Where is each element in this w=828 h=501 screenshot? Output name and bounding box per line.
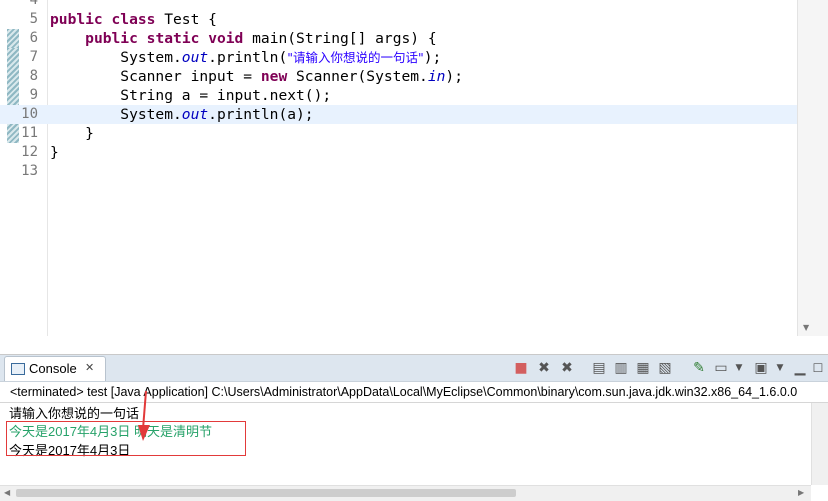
code-token: String a = input.next();	[50, 87, 332, 104]
code-token: Scanner(System.	[287, 68, 428, 85]
code-token: );	[445, 68, 463, 85]
remove-launch-icon[interactable]: ✖	[535, 359, 553, 377]
scroll-lock-icon[interactable]: ▥	[612, 359, 630, 377]
editor-vertical-scrollbar[interactable]: ▼	[797, 0, 828, 336]
annotation-highlight-box	[6, 421, 246, 456]
code-text: String a = input.next();	[50, 86, 331, 105]
close-icon[interactable]: ✕	[85, 361, 94, 374]
line-number: 8	[29, 68, 38, 84]
code-text: System.out.println(a);	[50, 105, 314, 124]
code-line[interactable]: 11 }	[0, 124, 797, 143]
clear-console-icon[interactable]: ▤	[590, 359, 608, 377]
keyword-token: void	[208, 30, 244, 47]
annotation-arrow-icon	[138, 391, 150, 441]
line-number: 5	[29, 11, 38, 27]
code-text: }	[50, 143, 59, 162]
code-line[interactable]: 6 public static void main(String[] args)…	[0, 29, 797, 48]
console-vertical-scrollbar[interactable]	[811, 403, 828, 485]
console-view: Console ✕ ■ ✖ ✖ ▤ ▥ ▦ ▧ ✎ ▭ ▼ ▣ ▼ ▁ ☐ <t…	[0, 354, 828, 501]
line-number: 12	[21, 144, 38, 160]
line-number: 6	[29, 30, 38, 46]
console-output[interactable]: 请输入你想说的一句话 今天是2017年4月3日 明天是清明节 今天是2017年4…	[0, 391, 811, 485]
code-line[interactable]: 12}	[0, 143, 797, 162]
line-number: 9	[29, 87, 38, 103]
code-line[interactable]: 8 Scanner input = new Scanner(System.in)…	[0, 67, 797, 86]
code-line-current[interactable]: 10 System.out.println(a);	[0, 105, 797, 124]
word-wrap-icon[interactable]: ▦	[634, 359, 652, 377]
code-token: }	[50, 144, 59, 161]
code-token: Scanner input =	[50, 68, 261, 85]
terminate-icon[interactable]: ■	[512, 359, 530, 377]
code-token: Test {	[155, 11, 217, 28]
code-line[interactable]: 7 System.out.println("请输入你想说的一句话");	[0, 48, 797, 67]
scroll-down-arrow-icon[interactable]: ▼	[803, 323, 809, 332]
display-selected-console-icon[interactable]: ▭	[712, 359, 730, 377]
field-token: out	[181, 106, 209, 123]
scroll-left-arrow-icon[interactable]: ◀	[4, 488, 10, 497]
code-editor[interactable]: 4 5 public class Test {6 public static voi…	[0, 0, 828, 336]
code-token: .println(a);	[208, 106, 314, 123]
tab-console-label: Console	[29, 361, 77, 376]
field-token: out	[181, 49, 209, 66]
console-launch-status: <terminated> test [Java Application] C:\…	[0, 382, 828, 403]
code-token: System.	[50, 49, 182, 66]
console-tabbar: Console ✕ ■ ✖ ✖ ▤ ▥ ▦ ▧ ✎ ▭ ▼ ▣ ▼ ▁ ☐	[0, 355, 828, 382]
pin-console-icon[interactable]: ✎	[690, 359, 708, 377]
code-token: );	[423, 49, 442, 66]
line-number: 7	[29, 49, 38, 65]
code-line[interactable]: 5 public class Test {	[0, 10, 797, 29]
code-line[interactable]: 13	[0, 162, 797, 181]
open-console-icon[interactable]: ▣	[752, 359, 770, 377]
minimize-icon[interactable]: ▁	[791, 359, 809, 377]
code-token: main(String[] args) {	[243, 30, 437, 47]
scroll-right-arrow-icon[interactable]: ▶	[798, 488, 804, 497]
line-number: 11	[21, 125, 38, 141]
code-text: public static void main(String[] args) {	[50, 29, 437, 48]
view-menu-icon[interactable]: ▼	[771, 359, 789, 377]
show-on-output-icon[interactable]: ▧	[656, 359, 674, 377]
console-icon	[11, 363, 25, 375]
line-number: 4	[29, 0, 38, 8]
keyword-token: public	[50, 11, 103, 28]
remove-all-terminated-icon[interactable]: ✖	[558, 359, 576, 377]
line-number: 10	[21, 106, 38, 122]
field-token: in	[427, 68, 446, 85]
keyword-token: new	[260, 68, 288, 85]
code-line[interactable]: 9 String a = input.next();	[0, 86, 797, 105]
keyword-token: public	[85, 30, 138, 47]
launch-status-text: <terminated> test [Java Application] C:\…	[10, 385, 798, 399]
tab-console[interactable]: Console ✕	[4, 356, 106, 381]
string-literal: "请输入你想说的一句话"	[287, 50, 424, 65]
keyword-token: class	[111, 11, 156, 28]
code-token: .println(	[208, 49, 288, 66]
code-line[interactable]: 4	[0, 0, 797, 10]
code-text: public class Test {	[50, 10, 217, 29]
chevron-down-icon[interactable]: ▼	[730, 359, 748, 377]
line-number: 13	[21, 163, 38, 179]
code-text: System.out.println("请输入你想说的一句话");	[50, 48, 441, 67]
code-token: System.	[50, 106, 182, 123]
keyword-token: static	[146, 30, 200, 47]
code-text: }	[50, 124, 94, 143]
code-text: Scanner input = new Scanner(System.in);	[50, 67, 463, 86]
code-token: }	[50, 125, 94, 142]
scrollbar-thumb[interactable]	[16, 489, 516, 497]
maximize-icon[interactable]: ☐	[809, 359, 827, 377]
